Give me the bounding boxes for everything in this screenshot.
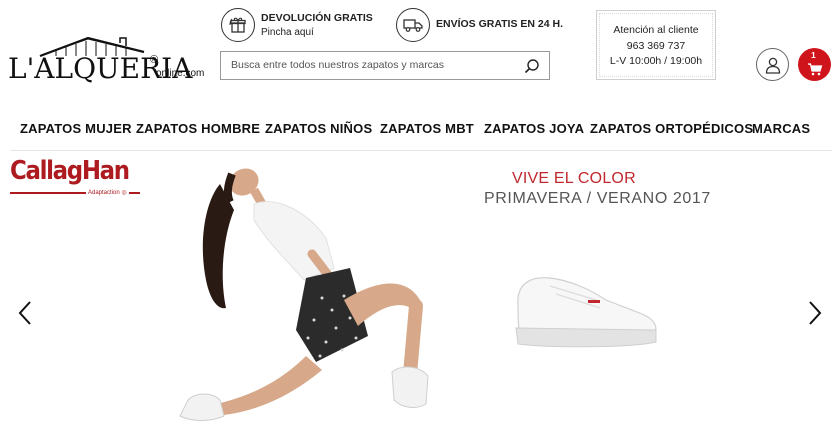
hero-banner[interactable]: CallagHan Adaptaction ◎ VIVE EL COLOR PR… (0, 152, 840, 440)
product-shoe-image (515, 277, 657, 348)
delivery-truck-icon (396, 8, 430, 42)
logo-suffix: online.com (156, 68, 205, 79)
search-bar (220, 51, 550, 80)
nav-item-zapatos-joya[interactable]: ZAPATOS JOYA (484, 121, 584, 136)
chevron-left-icon[interactable] (16, 300, 34, 326)
search-icon[interactable] (523, 57, 541, 75)
brand-underline: Adaptaction ◎ (10, 189, 140, 197)
cart-button[interactable]: 1 (798, 48, 831, 81)
site-logo[interactable]: L'ALQUERIA ® online.com (8, 36, 208, 86)
logo-registered-mark: ® (150, 54, 159, 66)
nav-item-zapatos-mujer[interactable]: ZAPATOS MUJER (20, 121, 132, 136)
contact-title: Atención al cliente (613, 24, 699, 36)
nav-item-zapatos-mbt[interactable]: ZAPATOS MBT (380, 121, 474, 136)
nav-item-zapatos-ninos[interactable]: ZAPATOS NIÑOS (265, 121, 372, 136)
nav-item-marcas[interactable]: MARCAS (752, 121, 810, 136)
gift-box-icon (221, 8, 255, 42)
search-input[interactable] (221, 52, 511, 78)
hero-subheadline: PRIMAVERA / VERANO 2017 (484, 190, 711, 207)
contact-phone[interactable]: 963 369 737 (597, 40, 715, 52)
hero-model-image (179, 168, 429, 421)
brand-tagline: Adaptaction ◎ (86, 189, 129, 196)
customer-service-box: Atención al cliente 963 369 737 L-V 10:0… (596, 10, 716, 80)
chevron-right-icon[interactable] (806, 300, 824, 326)
nav-item-zapatos-ortopedicos[interactable]: ZAPATOS ORTOPÉDICOS (590, 121, 753, 136)
contact-hours: L-V 10:00h / 19:00h (609, 55, 703, 67)
hero-headline: VIVE EL COLOR (512, 170, 636, 187)
promo-title: ENVÍOS GRATIS EN 24 H. (436, 18, 563, 30)
main-navigation: ZAPATOS MUJER ZAPATOS HOMBRE ZAPATOS NIÑ… (0, 110, 840, 148)
user-icon (765, 57, 780, 74)
nav-divider (10, 150, 832, 151)
brand-name: CallagHan (10, 156, 130, 186)
cart-icon (807, 62, 822, 75)
cart-count-badge: 1 (811, 50, 816, 60)
promo-title: DEVOLUCIÓN GRATIS (261, 12, 373, 24)
site-header: L'ALQUERIA ® online.com DEVOLUCIÓN GRATI… (0, 0, 840, 108)
brand-logo: CallagHan Adaptaction ◎ (10, 156, 146, 200)
account-button[interactable] (756, 48, 789, 81)
free-returns-promo[interactable]: DEVOLUCIÓN GRATIS Pincha aquí (221, 8, 381, 44)
promo-link[interactable]: Pincha aquí (261, 27, 314, 38)
nav-item-zapatos-hombre[interactable]: ZAPATOS HOMBRE (136, 121, 260, 136)
free-shipping-promo: ENVÍOS GRATIS EN 24 H. (396, 8, 566, 44)
